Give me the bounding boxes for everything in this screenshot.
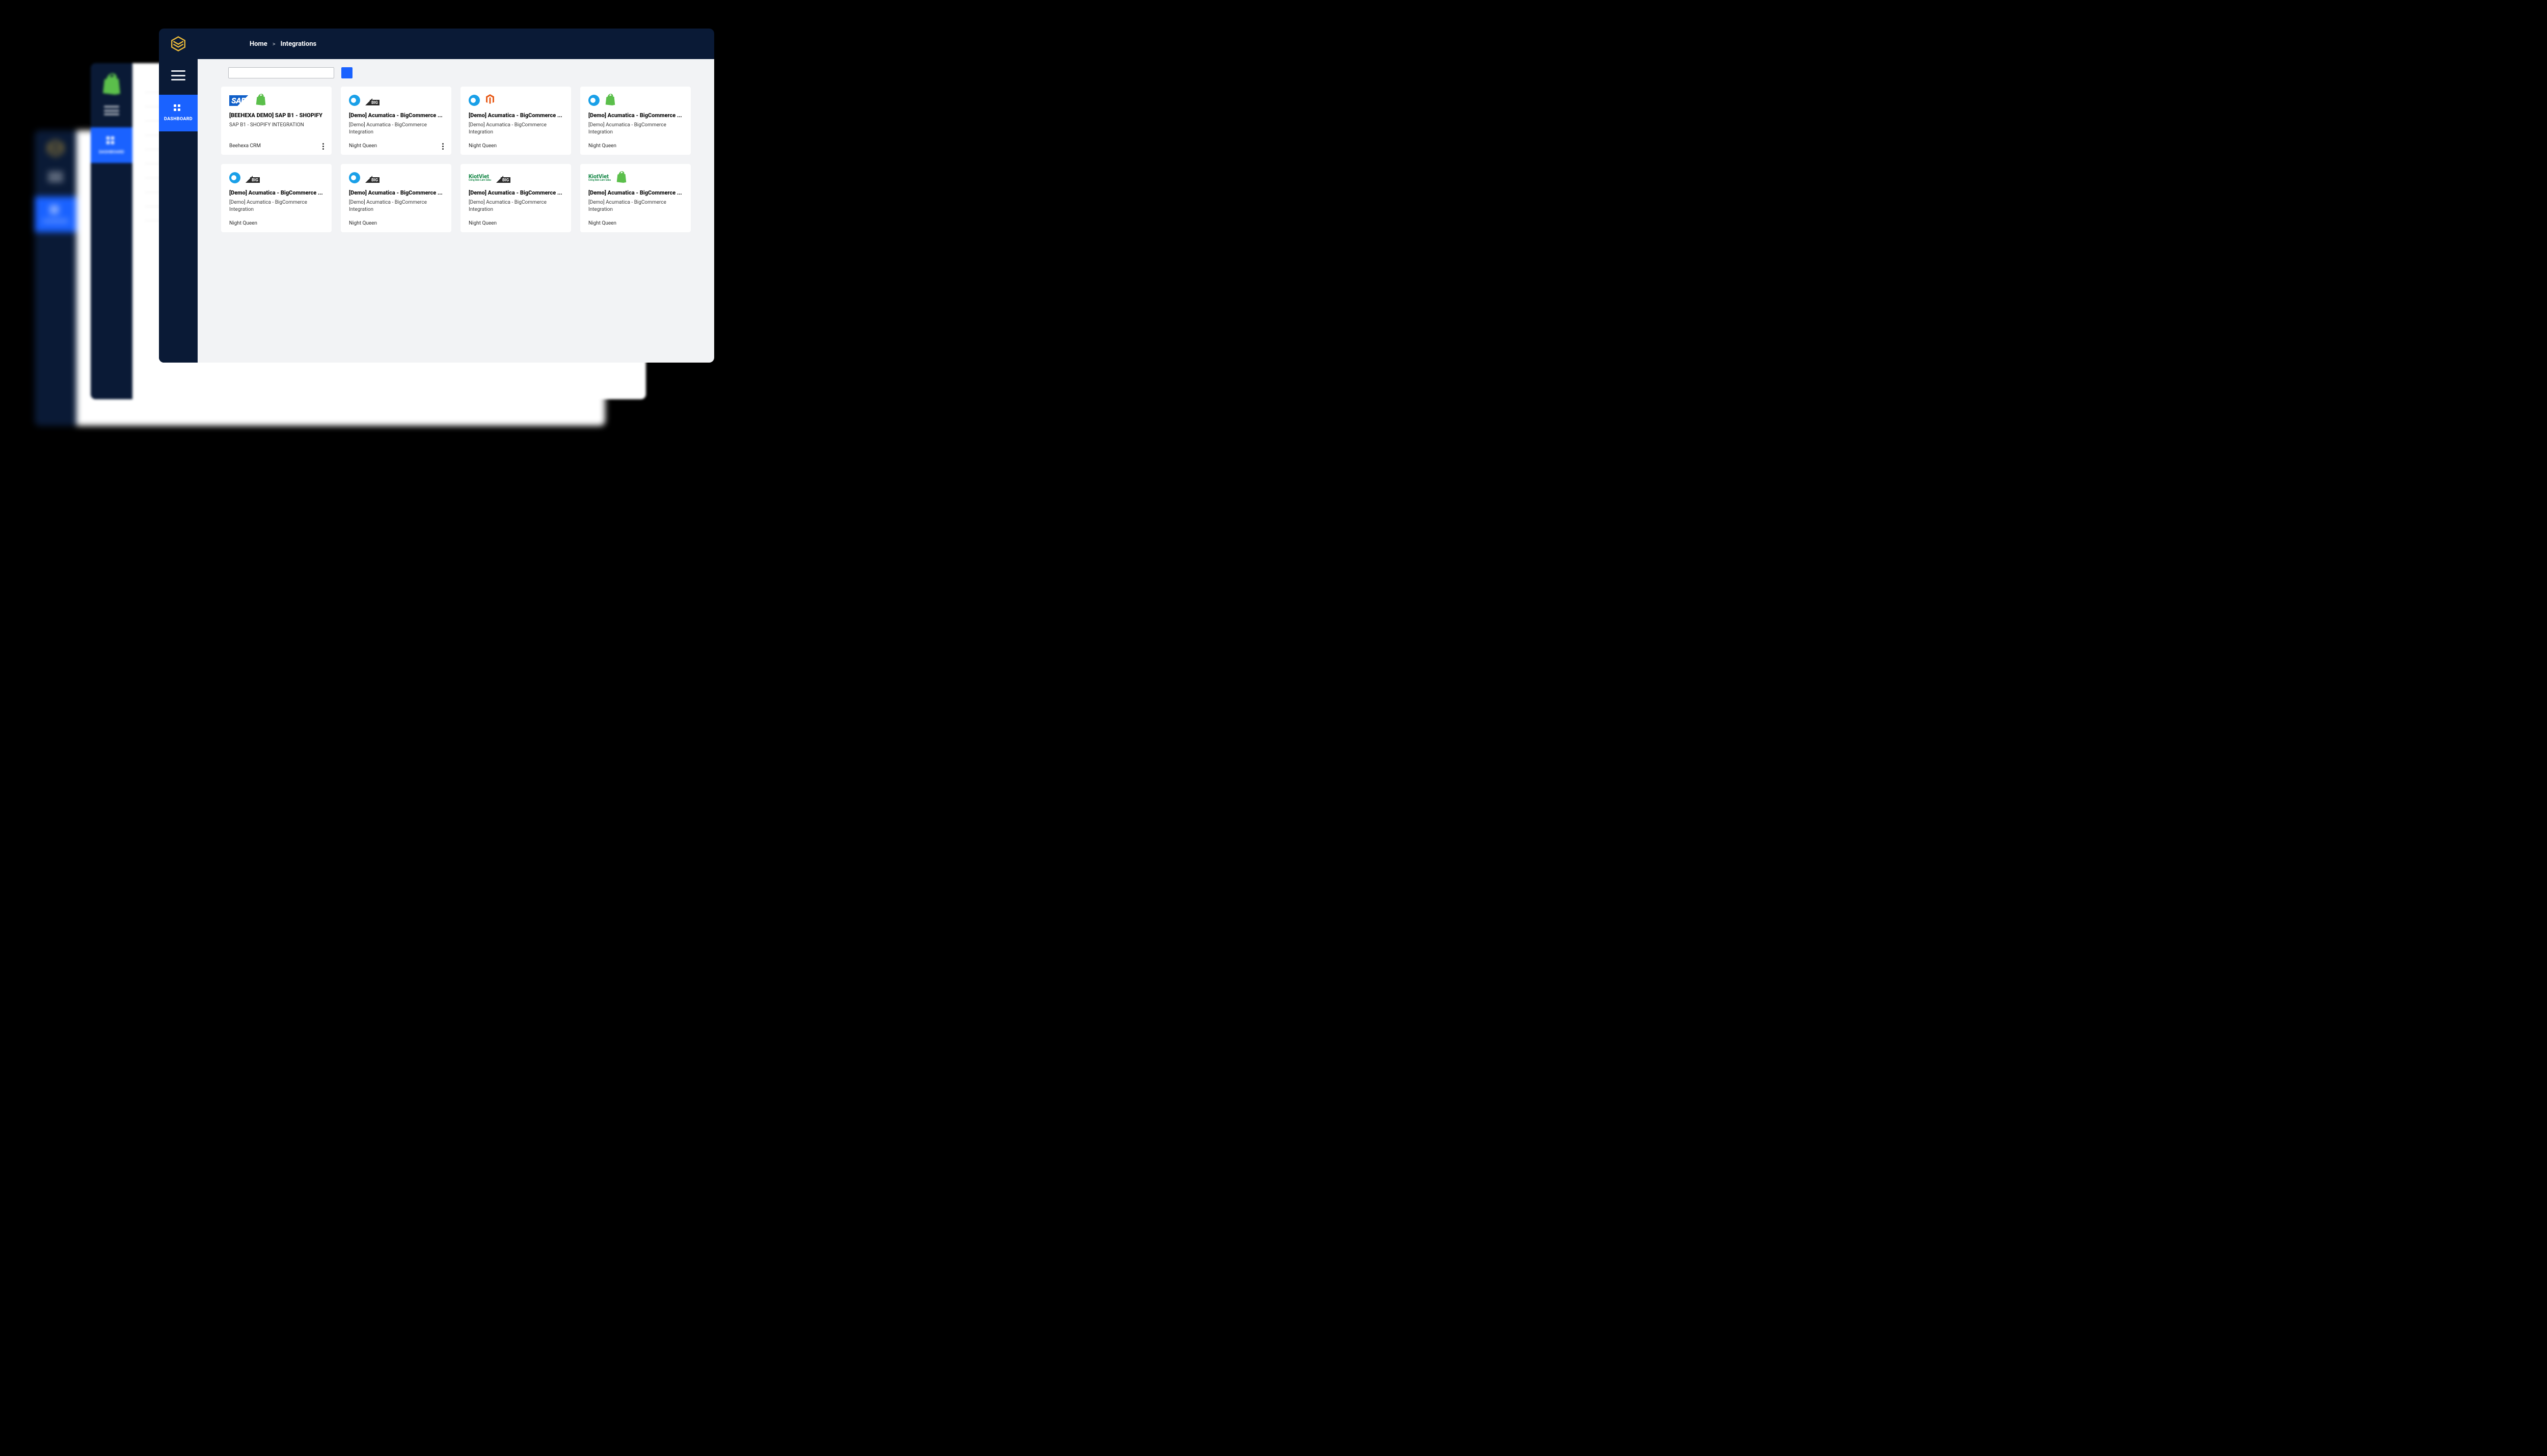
card-title: [Demo] Acumatica - BigCommerce ...	[469, 189, 563, 196]
card-subtitle: [Demo] Acumatica - BigCommerce Integrati…	[469, 199, 555, 213]
hamburger-icon	[171, 70, 185, 72]
shopify-logo-icon	[255, 93, 266, 107]
shopify-logo-icon	[605, 93, 616, 107]
card-logos	[349, 171, 443, 184]
dashboard-icon	[174, 104, 183, 114]
sidebar: DASHBOARD	[159, 59, 198, 363]
acumatica-logo-icon	[349, 172, 360, 183]
kiotviet-logo-icon: KiotVietCông Bán Làm Giàu	[469, 174, 491, 182]
card-title: [Demo] Acumatica - BigCommerce ...	[588, 189, 683, 196]
hex-logo-icon	[170, 36, 186, 52]
card-logos	[229, 171, 323, 184]
breadcrumb-home[interactable]: Home	[250, 40, 267, 48]
bigcommerce-logo-icon	[496, 173, 510, 183]
bigcommerce-logo-icon	[246, 173, 260, 183]
magento-logo-icon	[485, 94, 495, 107]
more-vertical-icon	[442, 143, 444, 145]
app-logo[interactable]	[168, 36, 188, 52]
sap-logo-icon: SAP	[229, 95, 250, 106]
integration-card[interactable]: [Demo] Acumatica - BigCommerce ... [Demo]…	[341, 87, 451, 155]
acumatica-logo-icon	[229, 172, 240, 183]
bigcommerce-logo-icon	[365, 173, 380, 183]
breadcrumb: Home > Integrations	[250, 40, 316, 48]
card-logos	[588, 94, 683, 107]
sidebar-item-dashboard[interactable]: DASHBOARD	[159, 95, 198, 131]
card-subtitle: [Demo] Acumatica - BigCommerce Integrati…	[229, 199, 316, 213]
topbar: Home > Integrations	[159, 29, 714, 59]
card-title: [Demo] Acumatica - BigCommerce ...	[349, 189, 443, 196]
sidebar-item-label: DASHBOARD	[43, 219, 68, 224]
card-title: [BEEHEXA DEMO] SAP B1 - SHOPIFY	[229, 112, 323, 119]
card-subtitle: [Demo] Acumatica - BigCommerce Integrati…	[349, 199, 436, 213]
acumatica-logo-icon	[469, 95, 480, 106]
card-subtitle: [Demo] Acumatica - BigCommerce Integrati…	[349, 122, 436, 135]
card-owner: Night Queen	[469, 139, 563, 149]
card-logos: SAP	[229, 94, 323, 107]
content-area: SAP [BEEHEXA DEMO] SAP B1 - SHOPIFY SAP B1…	[198, 59, 714, 363]
card-title: [Demo] Acumatica - BigCommerce ...	[229, 189, 323, 196]
integration-card[interactable]: [Demo] Acumatica - BigCommerce ... [Demo]…	[460, 87, 571, 155]
shopify-logo-icon	[616, 171, 627, 185]
acumatica-logo-icon	[588, 95, 600, 106]
card-owner: Night Queen	[229, 216, 323, 226]
card-logos	[349, 94, 443, 107]
integration-card[interactable]: [Demo] Acumatica - BigCommerce ... [Demo]…	[341, 164, 451, 232]
integration-card[interactable]: [Demo] Acumatica - BigCommerce ... [Demo]…	[580, 87, 691, 155]
search-input[interactable]	[228, 67, 334, 78]
integration-card[interactable]: KiotVietCông Bán Làm Giàu [Demo] Acumatic…	[460, 164, 571, 232]
more-vertical-icon	[322, 143, 324, 145]
breadcrumb-current: Integrations	[281, 40, 317, 48]
kiotviet-logo-icon: KiotVietCông Bán Làm Giàu	[588, 174, 611, 182]
card-logos	[469, 94, 563, 107]
card-owner: Night Queen	[349, 139, 443, 149]
dashboard-icon	[50, 206, 61, 216]
breadcrumb-separator: >	[273, 41, 276, 47]
hamburger-icon	[48, 172, 63, 181]
search-button[interactable]	[341, 67, 353, 78]
sidebar-item-label: DASHBOARD	[99, 150, 124, 154]
menu-toggle-button[interactable]	[171, 70, 185, 80]
card-subtitle: [Demo] Acumatica - BigCommerce Integrati…	[469, 122, 555, 135]
dashboard-icon	[106, 136, 117, 147]
sidebar-item-dashboard: DASHBOARD	[91, 127, 132, 163]
hamburger-icon	[104, 106, 119, 115]
card-title: [Demo] Acumatica - BigCommerce ...	[588, 112, 683, 119]
card-title: [Demo] Acumatica - BigCommerce ...	[349, 112, 443, 119]
card-subtitle: [Demo] Acumatica - BigCommerce Integrati…	[588, 199, 675, 213]
card-menu-button[interactable]	[439, 143, 446, 150]
integration-card[interactable]: SAP [BEEHEXA DEMO] SAP B1 - SHOPIFY SAP B1…	[221, 87, 332, 155]
card-owner: Night Queen	[588, 139, 683, 149]
main-window: Home > Integrations DASHBOARD SAP [BEEHEX…	[159, 29, 714, 363]
card-logos: KiotVietCông Bán Làm Giàu	[469, 171, 563, 184]
integration-card[interactable]: [Demo] Acumatica - BigCommerce ... [Demo]…	[221, 164, 332, 232]
sidebar-item-label: DASHBOARD	[164, 117, 193, 122]
card-menu-button[interactable]	[319, 143, 327, 150]
hex-logo-icon	[47, 140, 64, 157]
card-owner: Night Queen	[349, 216, 443, 226]
card-logos: KiotVietCông Bán Làm Giàu	[588, 171, 683, 184]
card-subtitle: SAP B1 - SHOPIFY INTEGRATION	[229, 122, 323, 129]
card-owner: Night Queen	[469, 216, 563, 226]
card-title: [Demo] Acumatica - BigCommerce ...	[469, 112, 563, 119]
card-owner: Beehexa CRM	[229, 139, 323, 149]
acumatica-logo-icon	[349, 95, 360, 106]
card-subtitle: [Demo] Acumatica - BigCommerce Integrati…	[588, 122, 675, 135]
integration-card[interactable]: KiotVietCông Bán Làm Giàu [Demo] Acumatic…	[580, 164, 691, 232]
integrations-grid: SAP [BEEHEXA DEMO] SAP B1 - SHOPIFY SAP B1…	[221, 87, 691, 232]
sidebar-item-dashboard: DASHBOARD	[35, 197, 76, 232]
bigcommerce-logo-icon	[365, 95, 380, 105]
card-owner: Night Queen	[588, 216, 683, 226]
shopify-logo-icon	[101, 72, 122, 95]
